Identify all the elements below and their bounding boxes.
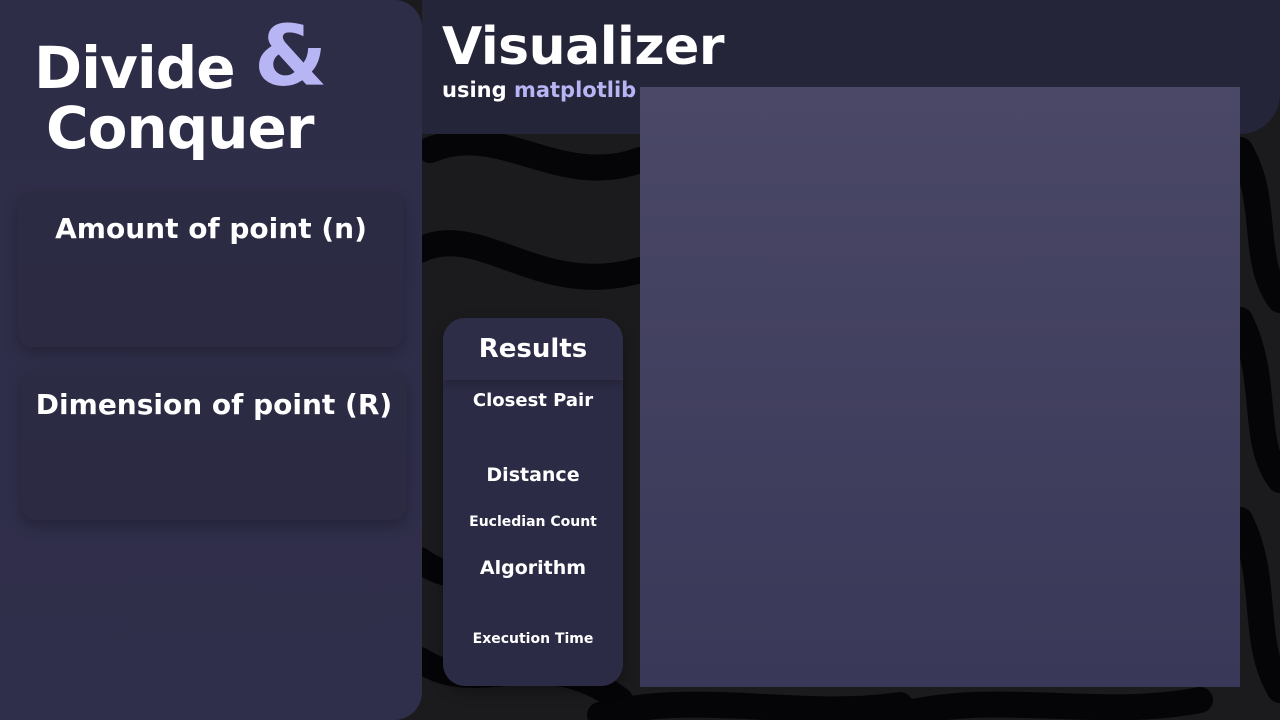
algorithm-label: Algorithm	[479, 557, 587, 579]
amount-input[interactable]	[18, 264, 404, 347]
amount-label: Amount of point (n)	[18, 192, 404, 264]
amount-input-card: Amount of point (n)	[18, 192, 404, 347]
page-subtitle: using matplotlib	[442, 76, 636, 104]
subtitle-accent: matplotlib	[513, 78, 637, 102]
dimension-label: Dimension of point (R)	[21, 370, 407, 438]
execution-time-label: Execution Time	[472, 631, 594, 647]
euclidean-count-label: Eucledian Count	[469, 514, 597, 530]
dimension-input-card: Dimension of point (R)	[21, 370, 407, 520]
plot-canvas[interactable]	[640, 87, 1240, 687]
page-title: Visualizer	[442, 17, 725, 77]
results-title: Results	[443, 318, 623, 380]
dimension-input[interactable]	[21, 438, 407, 520]
distance-label: Distance	[486, 464, 580, 486]
results-panel: Results Closest Pair Distance Eucledian …	[443, 318, 623, 686]
subtitle-prefix: using	[442, 78, 507, 102]
app-title-conquer: Conquer	[46, 94, 314, 162]
closest-pair-label: Closest Pair	[472, 390, 594, 411]
